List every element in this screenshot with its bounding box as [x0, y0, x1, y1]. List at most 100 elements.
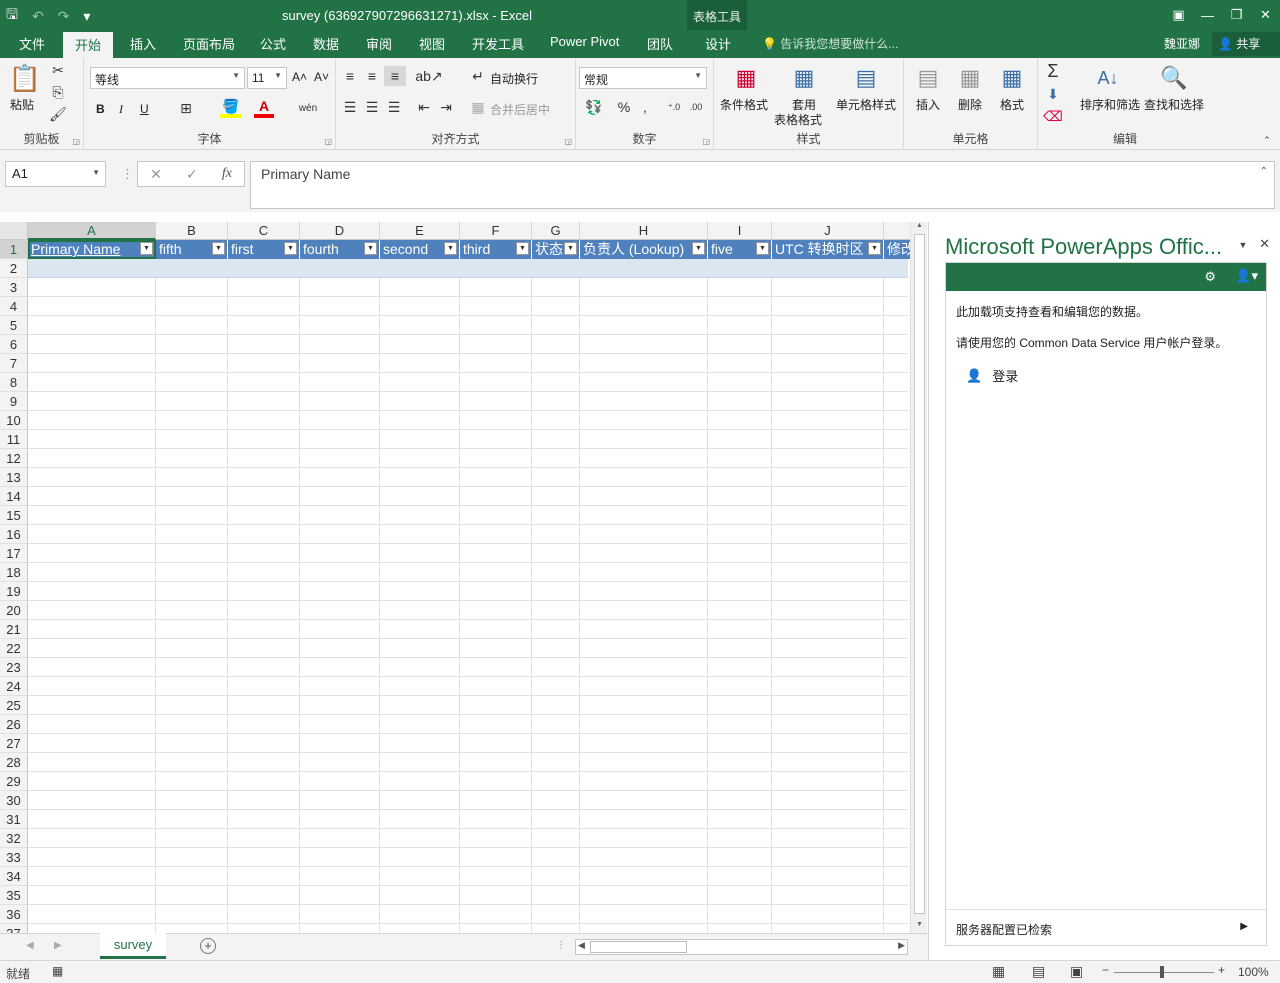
dialog-launcher-icon[interactable]: ◲ [564, 137, 572, 146]
merge-center-button[interactable]: 合并后居中 [490, 101, 550, 118]
filter-dropdown-icon[interactable]: ▼ [756, 242, 769, 255]
tab-splitter-icon[interactable]: ⋮ [556, 940, 566, 951]
scroll-right-icon[interactable]: ▶ [898, 940, 905, 951]
ribbon-display-icon[interactable]: ▣ [1164, 0, 1193, 30]
vertical-scrollbar[interactable]: ▲ ▼ [910, 222, 927, 933]
user-name[interactable]: 魏亚娜 [1164, 35, 1200, 52]
row-header[interactable]: 12 [0, 449, 28, 468]
tab-home[interactable]: 开始 [63, 32, 114, 58]
insert-cells-button[interactable]: 插入 [916, 96, 940, 113]
percent-icon[interactable]: % [616, 99, 632, 115]
tell-me-search[interactable]: 💡 告诉我您想要做什么... [762, 35, 898, 52]
format-as-table-icon[interactable]: ▦ [788, 62, 820, 94]
prev-sheet-icon[interactable]: ◀ [26, 940, 34, 951]
collapse-ribbon-icon[interactable]: ⌃ [1260, 134, 1274, 146]
pane-close-icon[interactable]: ✕ [1259, 236, 1270, 251]
decrease-font-button[interactable]: A˅ [314, 70, 329, 84]
sheet-tab-survey[interactable]: survey [100, 933, 166, 959]
row-header[interactable]: 13 [0, 468, 28, 487]
row-header[interactable]: 23 [0, 658, 28, 677]
insert-function-icon[interactable]: fx [222, 166, 232, 182]
currency-icon[interactable]: 💱 [582, 99, 606, 115]
wrap-text-button[interactable]: 自动换行 [490, 70, 538, 87]
zoom-slider[interactable] [1114, 972, 1214, 973]
row-header[interactable]: 14 [0, 487, 28, 506]
row-header[interactable]: 36 [0, 905, 28, 924]
tab-review[interactable]: 审阅 [364, 34, 394, 53]
page-layout-view-icon[interactable]: ▤ [1032, 963, 1045, 980]
delete-cells-icon[interactable]: ▦ [956, 62, 984, 94]
scroll-left-icon[interactable]: ◀ [578, 940, 585, 951]
cell-styles-icon[interactable]: ▤ [850, 62, 882, 94]
table-header-cell[interactable]: 负责人 (Lookup) ▼ [580, 240, 708, 259]
gear-icon[interactable]: ⚙ [1204, 269, 1216, 285]
table-row-2[interactable] [28, 259, 908, 278]
table-header-cell[interactable]: second ▼ [380, 240, 460, 259]
middle-align-icon[interactable]: ≡ [362, 68, 382, 84]
next-sheet-icon[interactable]: ▶ [54, 940, 62, 951]
dialog-launcher-icon[interactable]: ◲ [324, 137, 332, 146]
row-header[interactable]: 2 [0, 259, 28, 278]
row-header[interactable]: 27 [0, 734, 28, 753]
row-header[interactable]: 6 [0, 335, 28, 354]
bottom-align-icon[interactable]: ≡ [384, 66, 406, 86]
bold-button[interactable]: B [96, 102, 105, 116]
table-header-cell[interactable]: five ▼ [708, 240, 772, 259]
filter-dropdown-icon[interactable]: ▼ [140, 242, 153, 255]
find-select-button[interactable]: 查找和选择 [1144, 96, 1204, 113]
copy-icon[interactable]: ⎘ [50, 84, 66, 100]
underline-button[interactable]: U [140, 102, 149, 116]
format-painter-icon[interactable]: 🖌 [49, 106, 67, 122]
row-header[interactable]: 37 [0, 924, 28, 933]
macro-record-icon[interactable]: ▦ [52, 964, 63, 978]
row-header[interactable]: 5 [0, 316, 28, 335]
cut-icon[interactable]: ✂ [50, 62, 66, 78]
addin-footer[interactable]: 服务器配置已检索 ▶ [946, 909, 1266, 945]
conditional-format-button[interactable]: 条件格式 [720, 96, 768, 113]
table-header-cell[interactable]: UTC 转换时区 ▼ [772, 240, 884, 259]
tab-power-pivot[interactable]: Power Pivot [548, 34, 621, 49]
orientation-icon[interactable]: ab↗ [415, 68, 442, 84]
column-header[interactable]: B [156, 222, 228, 240]
autosum-icon[interactable]: Σ [1044, 61, 1062, 81]
column-header[interactable]: C [228, 222, 300, 240]
increase-indent-icon[interactable]: ⇥ [436, 99, 456, 115]
filter-dropdown-icon[interactable]: ▼ [444, 242, 457, 255]
zoom-slider-thumb[interactable] [1160, 966, 1164, 978]
format-cells-icon[interactable]: ▦ [998, 62, 1026, 94]
save-icon[interactable]: 🖫 [6, 4, 18, 28]
horizontal-scroll-thumb[interactable] [590, 941, 687, 953]
increase-font-button[interactable]: A˄ [292, 70, 307, 84]
column-header[interactable]: J [772, 222, 884, 240]
formula-input[interactable]: Primary Name ⌃ [250, 161, 1275, 209]
sort-filter-icon[interactable]: A↓ [1092, 62, 1124, 94]
tab-insert[interactable]: 插入 [128, 34, 158, 53]
row-header[interactable]: 10 [0, 411, 28, 430]
cancel-icon[interactable]: ✕ [150, 166, 162, 183]
tab-developer[interactable]: 开发工具 [470, 34, 526, 53]
enter-icon[interactable]: ✓ [186, 166, 198, 183]
column-header[interactable]: H [580, 222, 708, 240]
row-header[interactable]: 19 [0, 582, 28, 601]
share-button[interactable]: 👤 共享 [1212, 32, 1280, 56]
row-header[interactable]: 34 [0, 867, 28, 886]
restore-icon[interactable]: ❐ [1222, 0, 1251, 30]
row-header[interactable]: 33 [0, 848, 28, 867]
paste-icon[interactable]: 📋 [8, 62, 42, 94]
column-header[interactable]: E [380, 222, 460, 240]
vertical-scroll-thumb[interactable] [914, 234, 925, 914]
select-all-corner[interactable] [0, 222, 28, 240]
dialog-launcher-icon[interactable]: ◲ [72, 137, 80, 146]
align-left-icon[interactable]: ☰ [340, 99, 360, 115]
wrap-text-icon[interactable]: ↵ [470, 68, 486, 84]
tab-view[interactable]: 视图 [417, 34, 447, 53]
table-header-cell[interactable]: fourth ▼ [300, 240, 380, 259]
normal-view-icon[interactable]: ▦ [992, 963, 1005, 980]
row-header[interactable]: 8 [0, 373, 28, 392]
format-cells-button[interactable]: 格式 [1000, 96, 1024, 113]
phonetic-icon[interactable]: wén [298, 100, 318, 116]
filter-dropdown-icon[interactable]: ▼ [564, 242, 577, 255]
row-header[interactable]: 31 [0, 810, 28, 829]
minimize-icon[interactable]: — [1193, 0, 1222, 30]
top-align-icon[interactable]: ≡ [340, 68, 360, 84]
